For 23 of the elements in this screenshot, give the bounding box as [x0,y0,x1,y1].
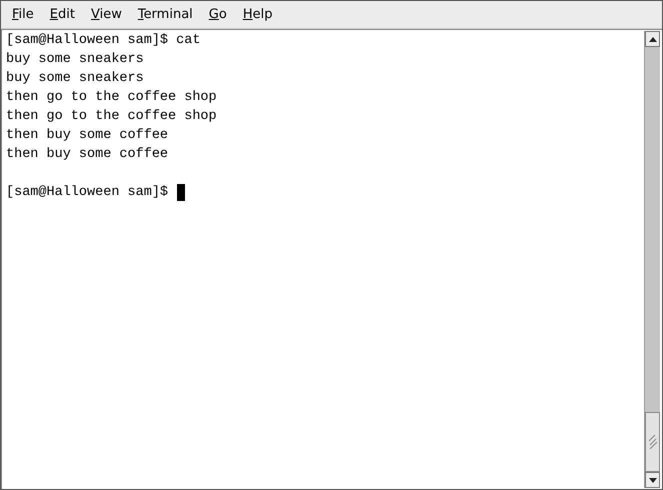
terminal-area[interactable]: [sam@Halloween sam]$ cat buy some sneakers buy some sneakers then go to the coffee shop then go to the coffee shop then buy some coffee then buy some coffee [sam@Halloween sam]$ [1,29,662,489]
terminal-line: buy some sneakers [6,70,144,88]
menu-item[interactable]: File [4,4,42,24]
menu-item[interactable]: Help [234,4,280,24]
scroll-down-button[interactable] [645,472,660,488]
scroll-up-button[interactable] [645,31,660,47]
menu-item[interactable]: View [82,4,130,24]
terminal-line: [sam@Halloween sam]$ cat [6,32,200,50]
text-cursor [177,184,186,201]
terminal-line: then go to the coffee shop [6,108,217,126]
menu-item[interactable]: Go [200,4,235,24]
scrollbar[interactable] [644,31,660,488]
scrollbar-thumb[interactable] [645,412,660,472]
terminal-line: then go to the coffee shop [6,89,217,107]
terminal-line: buy some sneakers [6,51,144,69]
up-arrow-icon [648,36,656,42]
menu-item[interactable]: Edit [42,4,83,24]
down-arrow-icon [648,478,656,482]
terminal-line: then buy some coffee [6,127,168,145]
menu-item[interactable]: Terminal [130,4,201,24]
shell-prompt: [sam@Halloween sam]$ [6,184,168,202]
grip-icon [648,435,656,449]
terminal-line: then buy some coffee [6,146,168,164]
